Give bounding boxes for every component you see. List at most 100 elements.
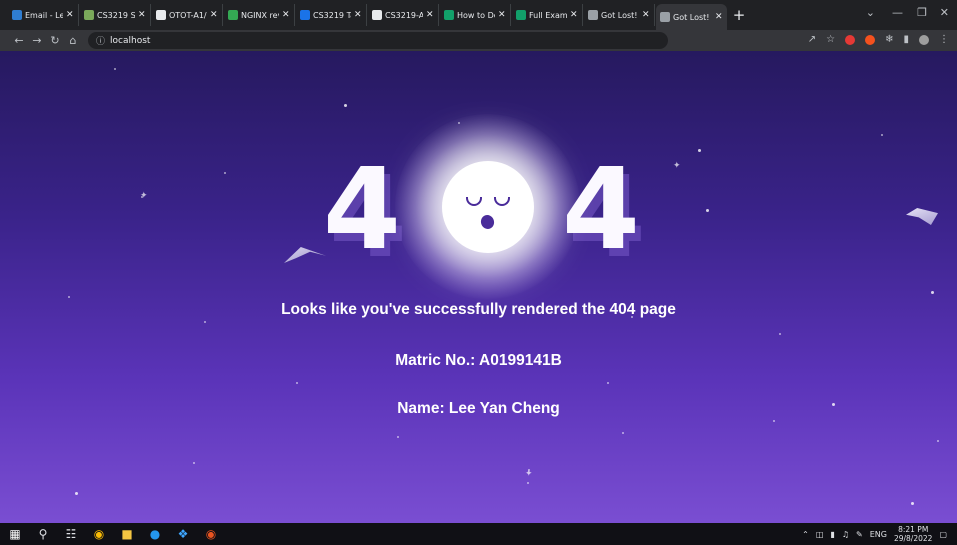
tab-search-icon[interactable]: ⌄ (866, 6, 875, 19)
browser-tab[interactable]: CS3219 Sol✕ (80, 4, 151, 26)
menu-icon[interactable]: ⋮ (939, 34, 949, 45)
star (911, 502, 914, 505)
tab-close-icon[interactable]: ✕ (498, 10, 506, 20)
tab-close-icon[interactable]: ✕ (66, 10, 74, 20)
browser-tab[interactable]: OTOT-A1/n✕ (152, 4, 223, 26)
home-icon[interactable]: ⌂ (64, 34, 82, 47)
sparkle-icon: ✦ (140, 191, 148, 201)
browser-tab[interactable]: Got Lost! ✕ (656, 4, 727, 30)
ubuntu-icon[interactable]: ◉ (204, 527, 218, 541)
digit-four-left: 4 (323, 145, 401, 275)
battery-icon[interactable]: ▮ (830, 530, 834, 539)
tab-close-icon[interactable]: ✕ (426, 10, 434, 20)
windows-start-icon[interactable]: ▦ (8, 527, 22, 541)
sleeping-moon-illustration (442, 161, 534, 253)
back-icon[interactable]: ← (10, 34, 28, 47)
minimize-icon[interactable]: — (892, 6, 903, 19)
page-404: ✦ ✦ ✦ 4 4 Looks like you've successfully… (0, 51, 957, 523)
tab-favicon-icon (300, 10, 310, 20)
tab-title: Full Exampl (529, 10, 567, 20)
browser-tab[interactable]: NGINX reve✕ (224, 4, 295, 26)
show-hidden-icons-icon[interactable]: ⌃ (802, 530, 809, 539)
error-message: Looks like you've successfully rendered … (281, 301, 676, 318)
moon-eye (494, 197, 510, 206)
browser-tab[interactable]: Email - Lee✕ (8, 4, 79, 26)
moon-mouth (478, 213, 497, 231)
sparkle-icon: ✦ (525, 469, 533, 479)
forward-icon[interactable]: → (28, 34, 46, 47)
tab-close-icon[interactable]: ✕ (570, 10, 578, 20)
moon-eye (466, 197, 482, 206)
browser-tab[interactable]: Full Exampl✕ (512, 4, 583, 26)
tab-favicon-icon (660, 12, 670, 22)
star (931, 291, 934, 294)
tab-favicon-icon (228, 10, 238, 20)
task-view-icon[interactable]: ☷ (64, 527, 78, 541)
star (773, 420, 775, 422)
info-icon[interactable]: ⓘ (96, 34, 105, 47)
digit-four-right: 4 (562, 145, 640, 275)
tab-close-icon[interactable]: ✕ (642, 10, 650, 20)
language-indicator[interactable]: ENG (870, 530, 887, 539)
tab-favicon-icon (588, 10, 598, 20)
tab-favicon-icon (516, 10, 526, 20)
floating-rock (906, 208, 938, 225)
side-panel-icon[interactable]: ▮ (903, 34, 909, 45)
share-icon[interactable]: ↗ (808, 34, 816, 45)
clock-time: 8:21 PM (898, 525, 929, 534)
star (779, 333, 781, 335)
browser-tab[interactable]: CS3219-AY✕ (368, 4, 439, 26)
close-window-icon[interactable]: ✕ (940, 6, 949, 19)
chrome-icon[interactable]: ◉ (92, 527, 106, 541)
browser-tab[interactable]: Got Lost! ✕ (584, 4, 655, 26)
star (204, 321, 206, 323)
tab-title: Email - Lee (25, 10, 63, 20)
new-tab-button[interactable]: + (728, 6, 750, 24)
notifications-icon[interactable]: ▢ (939, 530, 947, 539)
clock-date: 29/8/2022 (893, 534, 933, 543)
star (622, 432, 624, 434)
star (607, 382, 609, 384)
search-icon[interactable]: ⚲ (36, 527, 50, 541)
star (881, 134, 883, 136)
network-icon[interactable]: ◫ (816, 530, 824, 539)
tab-title: OTOT-A1/n (169, 10, 207, 20)
maximize-icon[interactable]: ❐ (917, 6, 927, 19)
tab-list: Email - Lee✕CS3219 Sol✕OTOT-A1/n✕NGINX r… (8, 0, 728, 30)
star (296, 382, 298, 384)
tab-close-icon[interactable]: ✕ (715, 12, 723, 22)
tab-favicon-icon (444, 10, 454, 20)
address-bar[interactable]: ⓘ localhost (88, 32, 668, 49)
browser-tab[interactable]: How to Dep✕ (440, 4, 511, 26)
tab-close-icon[interactable]: ✕ (138, 10, 146, 20)
tab-strip: Email - Lee✕CS3219 Sol✕OTOT-A1/n✕NGINX r… (0, 0, 957, 30)
star (75, 492, 78, 495)
reload-icon[interactable]: ↻ (46, 34, 64, 47)
docker-icon[interactable]: ● (148, 527, 162, 541)
extensions-puzzle-icon[interactable]: ❄ (885, 34, 893, 45)
tab-favicon-icon (372, 10, 382, 20)
extension-icon[interactable] (845, 35, 856, 45)
pen-icon[interactable]: ✎ (856, 530, 863, 539)
star (698, 149, 701, 152)
file-explorer-icon[interactable]: ■ (120, 527, 134, 541)
star (397, 436, 399, 438)
extension-icon-2[interactable] (865, 35, 876, 45)
tab-close-icon[interactable]: ✕ (210, 10, 218, 20)
star (706, 209, 709, 212)
star (193, 462, 195, 464)
tab-title: Got Lost! (673, 12, 710, 22)
bookmark-star-icon[interactable]: ☆ (826, 34, 835, 45)
tab-close-icon[interactable]: ✕ (354, 10, 362, 20)
clock[interactable]: 8:21 PM 29/8/2022 (894, 525, 932, 543)
tab-close-icon[interactable]: ✕ (282, 10, 290, 20)
browser-tab[interactable]: CS3219 Tas✕ (296, 4, 367, 26)
floating-rock (284, 247, 326, 263)
tab-title: CS3219 Tas (313, 10, 351, 20)
tab-title: NGINX reve (241, 10, 279, 20)
vscode-icon[interactable]: ❖ (176, 527, 190, 541)
volume-icon[interactable]: ♫ (842, 530, 849, 539)
star (68, 296, 70, 298)
tab-title: CS3219-AY (385, 10, 423, 20)
profile-avatar[interactable] (919, 35, 929, 45)
